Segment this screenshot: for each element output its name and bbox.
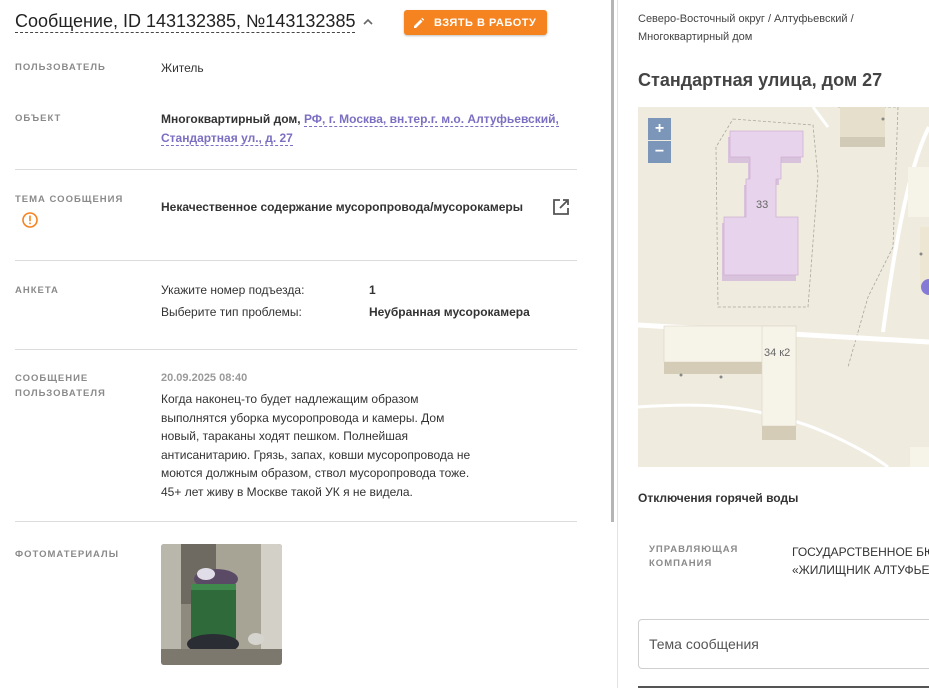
page-title[interactable]: Сообщение, ID 143132385, №143132385: [15, 10, 356, 33]
object-type: Многоквартирный дом,: [161, 112, 301, 126]
management-company-label-line2: КОМПАНИЯ: [649, 558, 713, 569]
zoom-out-button[interactable]: −: [648, 141, 671, 163]
survey-answer: Неубранная мусорокамера: [369, 305, 530, 319]
topic-field-placeholder: Тема сообщения: [649, 636, 759, 652]
survey-answer: 1: [369, 283, 376, 297]
object-address-link-1[interactable]: РФ, г. Москва, вн.тер.г. м.о. Алтуфьевск…: [303, 112, 559, 127]
chevron-up-icon[interactable]: [362, 16, 374, 28]
survey-question: Выберите тип проблемы:: [161, 305, 302, 319]
photo-thumbnail[interactable]: [161, 544, 282, 665]
divider: [15, 169, 577, 170]
building-label: 33: [756, 199, 769, 211]
take-to-work-button[interactable]: ВЗЯТЬ В РАБОТУ: [404, 10, 548, 35]
hot-water-outages: Отключения горячей воды: [638, 491, 799, 505]
user-label: ПОЛЬЗОВАТЕЛЬ: [15, 62, 106, 73]
title-row: Сообщение, ID 143132385, №143132385: [15, 10, 374, 33]
survey-question: Укажите номер подъезда:: [161, 283, 305, 297]
scrollbar[interactable]: [611, 0, 614, 522]
management-company-value: ГОСУДАРСТВЕННОЕ БЮ «ЖИЛИЩНИК АЛТУФЬЕ: [792, 543, 929, 579]
breadcrumb-line2[interactable]: Многоквартирный дом: [638, 31, 752, 43]
message-text: Когда наконец-то будет надлежащим образо…: [161, 392, 471, 499]
survey-label: АНКЕТА: [15, 285, 59, 296]
pencil-icon: [414, 17, 425, 28]
map-canvas: [638, 107, 929, 467]
management-company-label-line1: УПРАВЛЯЮЩАЯ: [649, 544, 739, 555]
message-label-line2: ПОЛЬЗОВАТЕЛЯ: [15, 388, 106, 399]
breadcrumb-line1[interactable]: Северо-Восточный округ / Алтуфьевский /: [638, 13, 854, 25]
management-company-line2: «ЖИЛИЩНИК АЛТУФЬЕ: [792, 563, 929, 577]
message-label-line1: СООБЩЕНИЕ: [15, 373, 89, 384]
breadcrumb: Северо-Восточный округ / Алтуфьевский / …: [638, 10, 908, 46]
user-value: Житель: [161, 61, 204, 75]
object-sidebar: Северо-Восточный округ / Алтуфьевский / …: [618, 0, 929, 688]
topic-value: Некачественное содержание мусоропровода/…: [161, 200, 523, 214]
divider: [15, 260, 577, 261]
object-label: ОБЪЕКТ: [15, 113, 62, 124]
object-address-link-2[interactable]: Стандартная ул., д. 27: [161, 131, 293, 146]
management-company-label: УПРАВЛЯЮЩАЯ КОМПАНИЯ: [649, 543, 738, 571]
object-value: Многоквартирный дом, РФ, г. Москва, вн.т…: [161, 110, 581, 148]
building-label: 34 к2: [764, 347, 791, 359]
map[interactable]: 33 34 к2 + −: [638, 107, 929, 467]
zoom-in-button[interactable]: +: [648, 118, 671, 140]
warning-icon: [22, 212, 38, 228]
management-company-line1: ГОСУДАРСТВЕННОЕ БЮ: [792, 545, 929, 559]
divider: [15, 521, 577, 522]
open-external-icon[interactable]: [551, 197, 571, 217]
take-to-work-label: ВЗЯТЬ В РАБОТУ: [434, 16, 537, 29]
object-address-title: Стандартная улица, дом 27: [638, 70, 883, 90]
topic-label: ТЕМА СООБЩЕНИЯ: [15, 194, 124, 205]
topic-field[interactable]: Тема сообщения: [638, 619, 929, 669]
photos-label: ФОТОМАТЕРИАЛЫ: [15, 549, 120, 560]
divider: [15, 349, 577, 350]
message-date: 20.09.2025 08:40: [161, 372, 248, 384]
message-label: СООБЩЕНИЕ ПОЛЬЗОВАТЕЛЯ: [15, 371, 106, 401]
message-panel: Сообщение, ID 143132385, №143132385 ВЗЯТ…: [0, 0, 612, 688]
